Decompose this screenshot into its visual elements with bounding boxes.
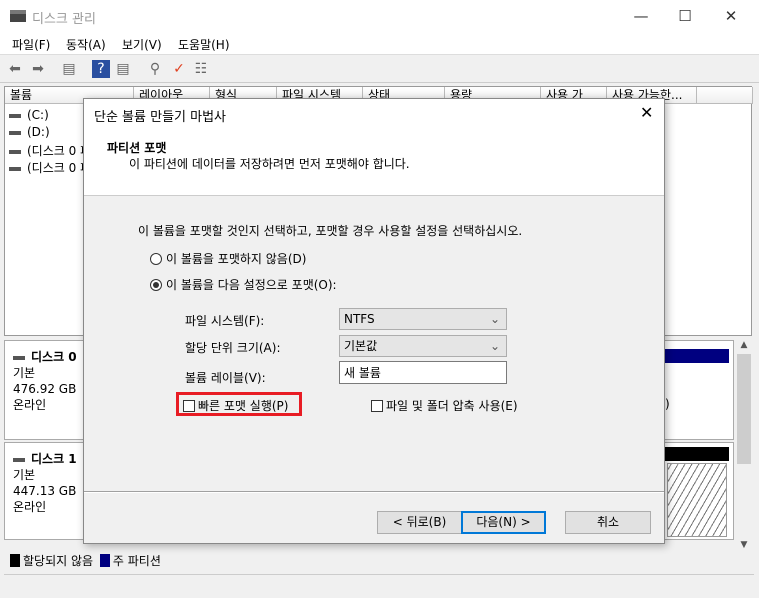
primary-partition-bar: [665, 349, 729, 363]
chevron-down-icon: ⌄: [489, 339, 500, 353]
volume-name: (C:): [27, 108, 49, 122]
console-tree-icon[interactable]: ▤: [60, 60, 78, 78]
disk-type: 기본: [13, 366, 36, 380]
allocation-unit-label: 할당 단위 크기(A):: [185, 341, 281, 355]
compression-checkbox[interactable]: 파일 및 폴더 압축 사용(E): [371, 397, 518, 414]
volume-label-input[interactable]: [339, 361, 507, 384]
menu-file[interactable]: 파일(F): [12, 36, 50, 53]
close-button[interactable]: ✕: [708, 4, 754, 28]
radio-selected-icon: [150, 279, 162, 291]
primary-swatch: [99, 554, 110, 567]
cancel-button[interactable]: 취소: [565, 511, 651, 534]
drive-icon: [13, 457, 25, 462]
unallocated-bar: [665, 447, 729, 461]
volume-row[interactable]: (D:): [9, 125, 50, 139]
dialog-close-button[interactable]: ✕: [640, 103, 653, 122]
separator: [84, 491, 664, 493]
disk-name: 디스크 0: [13, 349, 77, 365]
checklist-icon[interactable]: ✓: [170, 60, 188, 78]
disk-size: 447.13 GB: [13, 484, 77, 498]
drive-icon: [9, 113, 21, 118]
back-button[interactable]: < 뒤로(B): [377, 511, 462, 534]
volume-name: (디스크 0 파: [27, 161, 92, 175]
unallocated-space[interactable]: [667, 463, 727, 537]
legend-unallocated: 할당되지 않음: [23, 554, 94, 568]
disk-name: 디스크 1: [13, 451, 77, 467]
back-arrow-icon[interactable]: ⬅: [6, 60, 24, 78]
wizard-subheading: 이 파티션에 데이터를 저장하려면 먼저 포맷해야 합니다.: [129, 157, 410, 171]
drive-icon: [9, 166, 21, 171]
quick-format-checkbox[interactable]: 빠른 포맷 실행(P): [183, 397, 288, 414]
disk-type: 기본: [13, 468, 36, 482]
wizard-heading: 파티션 포맷: [107, 141, 167, 155]
drive-icon: [9, 149, 21, 154]
file-system-label: 파일 시스템(F):: [185, 314, 265, 328]
maximize-button[interactable]: ☐: [662, 4, 708, 28]
volume-row[interactable]: (디스크 0 파: [9, 159, 91, 176]
minimize-button[interactable]: —: [618, 4, 664, 28]
menu-view[interactable]: 보기(V): [122, 36, 162, 53]
next-button[interactable]: 다음(N) >: [461, 511, 546, 534]
disk-size: 476.92 GB: [13, 382, 77, 396]
status-bar: [4, 574, 754, 596]
volume-name: (D:): [27, 125, 50, 139]
partition-text-fragment: ): [665, 397, 670, 411]
volume-row[interactable]: (C:): [9, 108, 49, 122]
drive-icon: [9, 130, 21, 135]
allocation-unit-select[interactable]: 기본값 ⌄: [339, 335, 507, 357]
radio-icon: [150, 253, 162, 265]
disk-state: 온라인: [13, 500, 47, 514]
menu-action[interactable]: 동작(A): [66, 36, 106, 53]
dialog-title: 단순 볼륨 만들기 마법사: [94, 110, 226, 125]
volume-label-label: 볼륨 레이블(V):: [185, 371, 266, 385]
connect-icon[interactable]: ⚲: [146, 60, 164, 78]
help-icon[interactable]: ?: [92, 60, 110, 78]
window-title: 디스크 관리: [32, 12, 96, 27]
chevron-down-icon: ⌄: [489, 312, 500, 326]
checkbox-icon: [371, 400, 383, 412]
menu-bar: 파일(F) 동작(A) 보기(V) 도움말(H): [0, 32, 759, 55]
title-bar: 디스크 관리 — ☐ ✕: [0, 0, 759, 32]
menu-help[interactable]: 도움말(H): [178, 36, 230, 53]
disk-state: 온라인: [13, 398, 47, 412]
volume-row[interactable]: (디스크 0 파: [9, 142, 91, 159]
disk-management-icon: [10, 10, 26, 22]
unallocated-swatch: [10, 554, 20, 567]
instruction-text: 이 볼륨을 포맷할 것인지 선택하고, 포맷할 경우 사용할 설정을 선택하십시…: [138, 224, 523, 238]
radio-no-format[interactable]: 이 볼륨을 포맷하지 않음(D): [150, 250, 306, 267]
forward-arrow-icon[interactable]: ➡: [29, 60, 47, 78]
radio-format[interactable]: 이 볼륨을 다음 설정으로 포맷(O):: [150, 276, 337, 293]
drive-icon: [13, 355, 25, 360]
dialog-header: 단순 볼륨 만들기 마법사 ✕ 파티션 포맷 이 파티션에 데이터를 저장하려면…: [84, 99, 664, 196]
legend: 할당되지 않음 주 파티션: [4, 550, 754, 572]
toolbar: ⬅ ➡ ▤ ? ▤ ⚲ ✓ ☷: [0, 55, 759, 83]
scrollbar[interactable]: ▲ ▼: [736, 340, 752, 550]
simple-volume-wizard-dialog: 단순 볼륨 만들기 마법사 ✕ 파티션 포맷 이 파티션에 데이터를 저장하려면…: [83, 98, 665, 544]
file-system-select[interactable]: NTFS ⌄: [339, 308, 507, 330]
action-pane-icon[interactable]: ▤: [114, 60, 132, 78]
checkbox-icon: [183, 400, 195, 412]
column-empty: [697, 87, 753, 104]
properties-icon[interactable]: ☷: [192, 60, 210, 78]
volume-name: (디스크 0 파: [27, 144, 92, 158]
legend-primary: 주 파티션: [112, 554, 161, 568]
